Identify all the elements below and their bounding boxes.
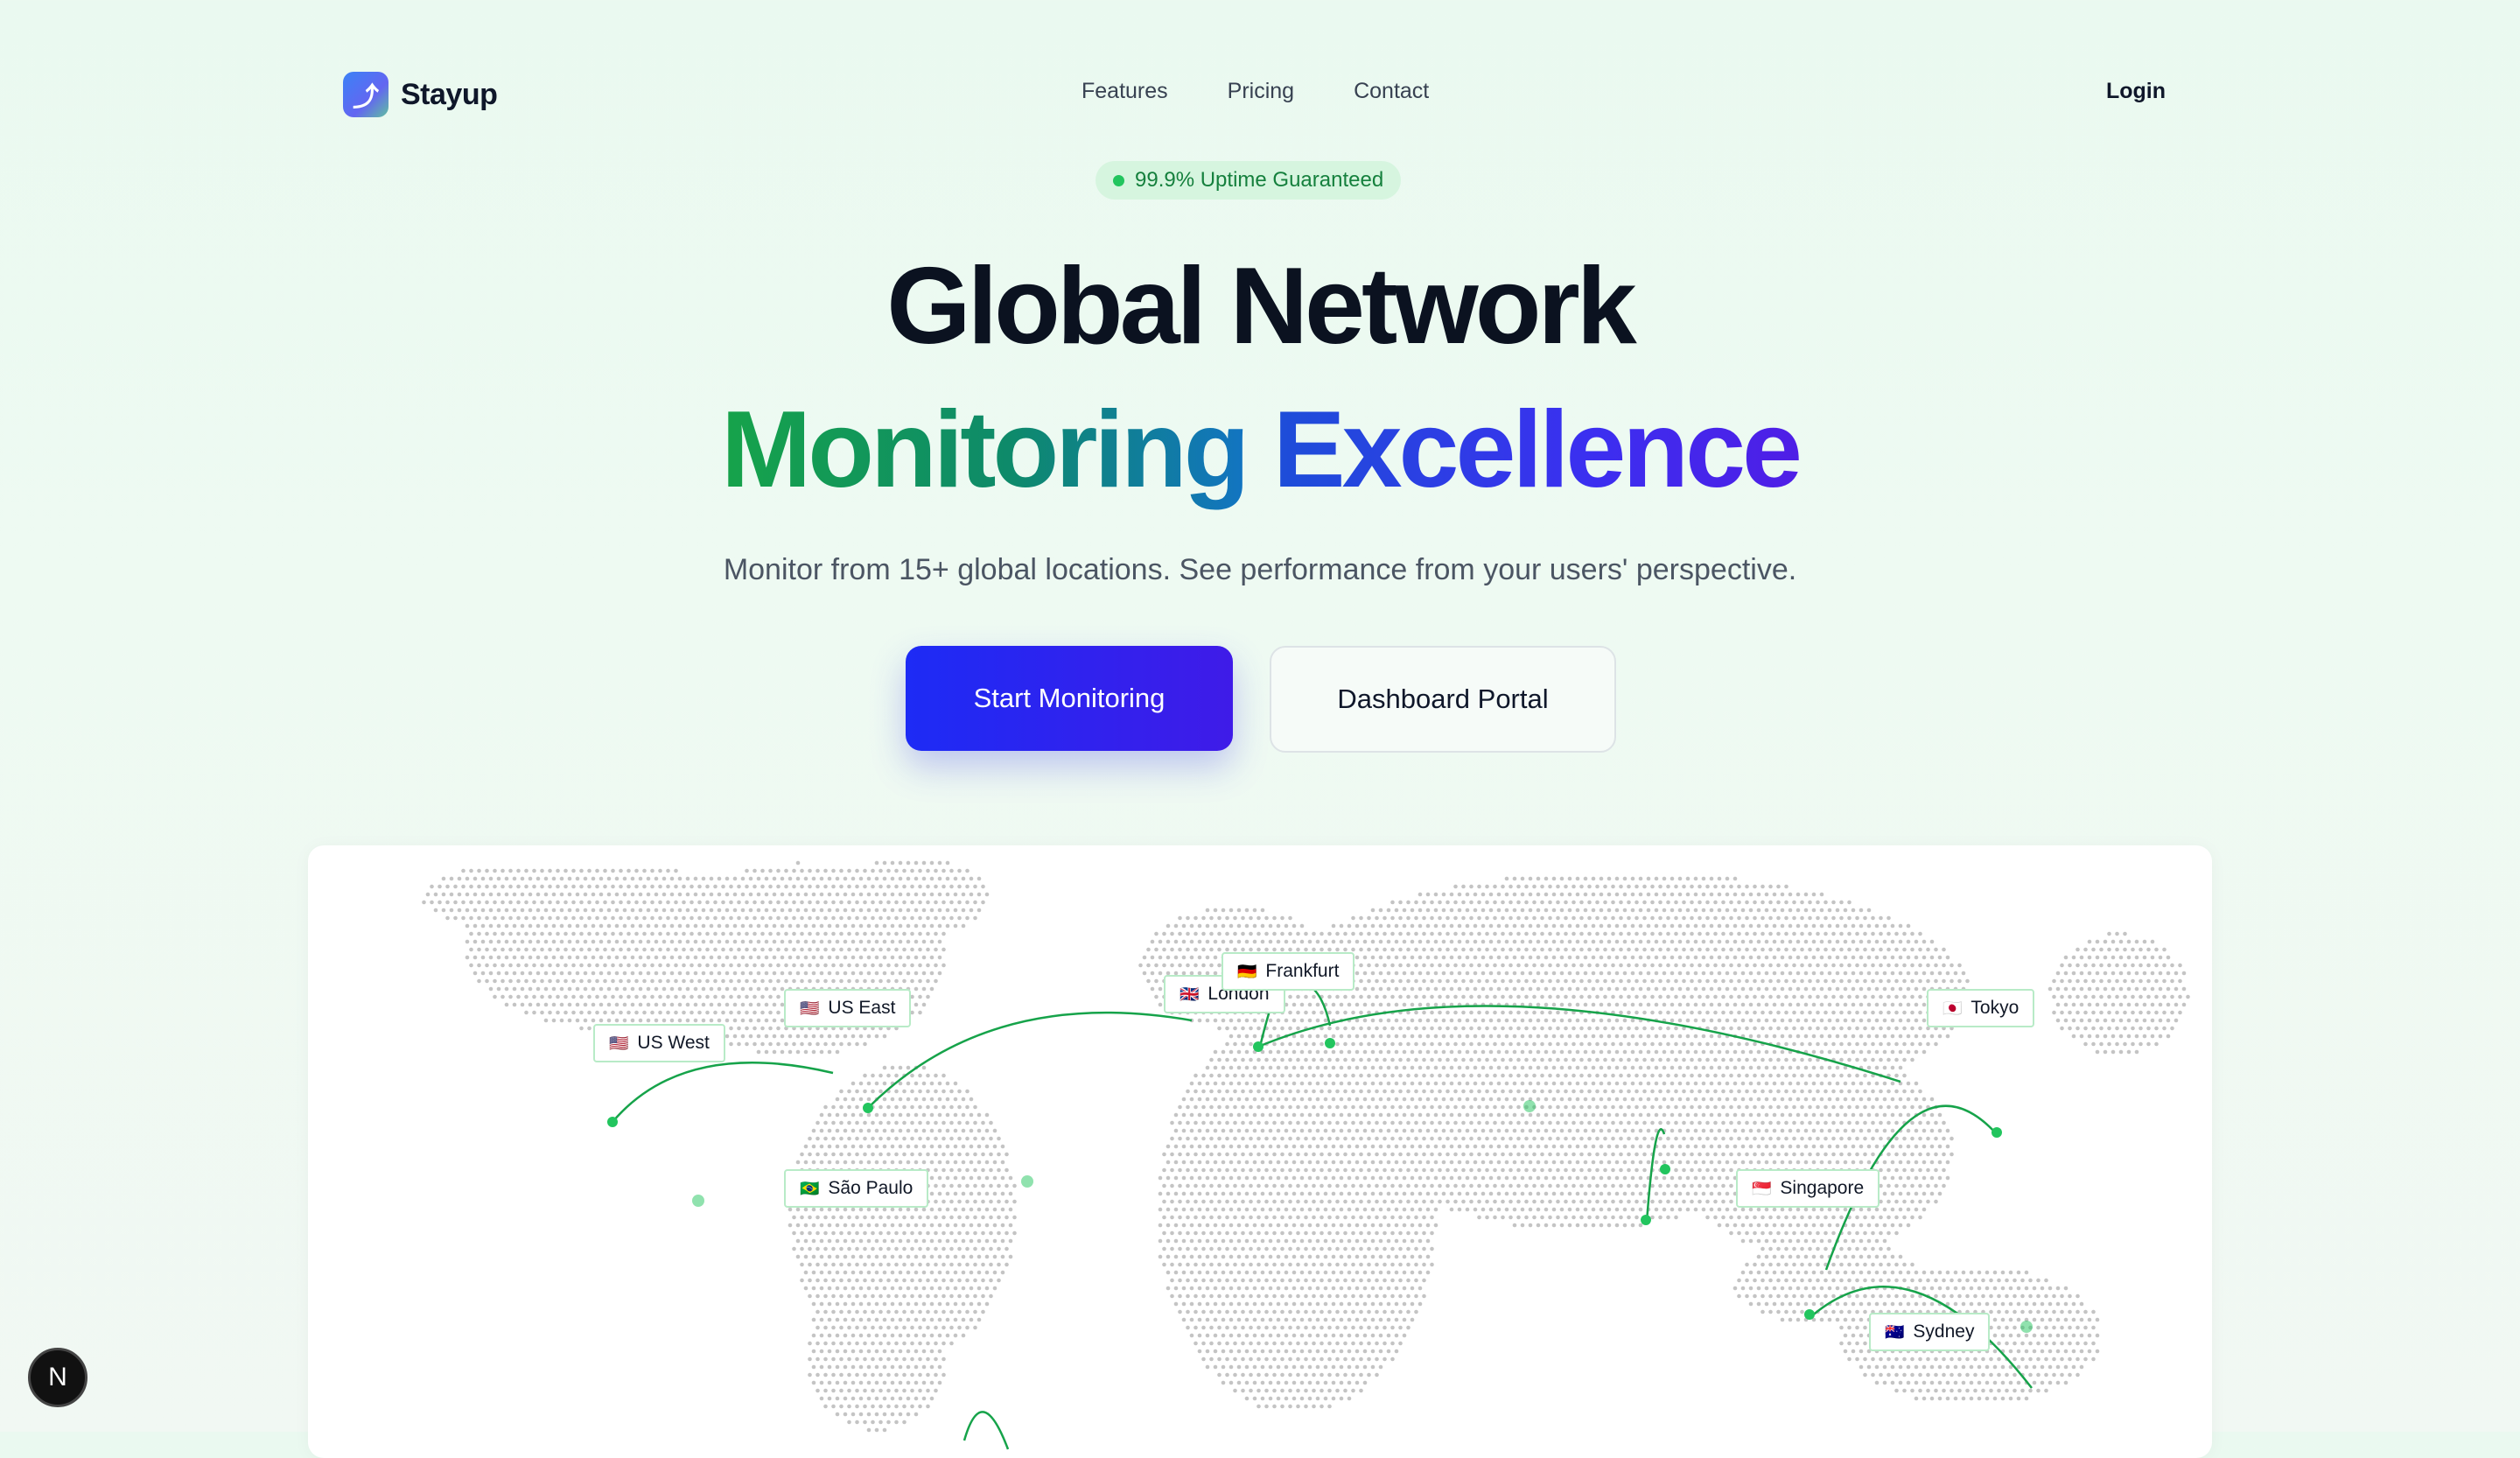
nav-link-pricing[interactable]: Pricing [1228,79,1294,104]
location-label-us-east: 🇺🇸 US East [784,989,912,1027]
location-label-sao-paulo: 🇧🇷 São Paulo [784,1169,929,1208]
location-name: Tokyo [1970,998,2020,1018]
login-link[interactable]: Login [2106,79,2166,104]
brand-logo[interactable]: ⤴ Stayup [343,72,498,117]
uk-flag-icon: 🇬🇧 [1180,985,1200,1003]
nav-links: Features Pricing Contact [1082,79,1429,104]
location-name: US East [828,998,896,1018]
world-map-dots [422,860,2190,1450]
location-label-sydney: 🇦🇺 Sydney [1869,1313,1991,1351]
location-name: Singapore [1780,1178,1865,1198]
nav-link-contact[interactable]: Contact [1354,79,1429,104]
hero-title-monitoring: Monitoring [720,389,1250,510]
brazil-flag-icon: 🇧🇷 [800,1179,820,1197]
status-dot-icon [1113,174,1124,186]
australia-flag-icon: 🇦🇺 [1885,1322,1905,1341]
location-name: Sydney [1913,1321,1975,1342]
uptime-badge: 99.9% Uptime Guaranteed [1096,161,1402,200]
dashboard-portal-button[interactable]: Dashboard Portal [1270,646,1616,753]
location-label-tokyo: 🇯🇵 Tokyo [1927,989,2035,1027]
location-label-us-west: 🇺🇸 US West [593,1024,725,1062]
location-label-singapore: 🇸🇬 Singapore [1736,1169,1880,1208]
japan-flag-icon: 🇯🇵 [1942,999,1963,1017]
us-flag-icon: 🇺🇸 [609,1034,629,1052]
hero-title-line1: Global Network [886,246,1636,367]
germany-flag-icon: 🇩🇪 [1237,962,1257,980]
world-map: 🇺🇸 US West 🇺🇸 US East 🇧🇷 São Paulo 🇬🇧 Lo… [308,845,2212,1458]
hero-title-line2: Monitoring Excellence [0,389,2520,511]
location-name: US West [637,1033,710,1053]
singapore-flag-icon: 🇸🇬 [1752,1179,1772,1197]
location-label-frankfurt: 🇩🇪 Frankfurt [1222,952,1355,991]
us-flag-icon: 🇺🇸 [800,999,820,1017]
start-monitoring-button[interactable]: Start Monitoring [906,646,1233,751]
upload-arrow-icon: ⤴ [343,72,388,117]
location-name: São Paulo [828,1178,914,1198]
hero-subtitle: Monitor from 15+ global locations. See p… [723,553,1797,586]
dev-tools-badge[interactable]: N [28,1348,88,1407]
brand-name: Stayup [401,77,498,111]
nav-link-features[interactable]: Features [1082,79,1168,104]
location-name: Frankfurt [1265,961,1340,981]
hero-title-excellence: Excellence [1272,389,1802,510]
uptime-badge-text: 99.9% Uptime Guaranteed [1135,168,1384,192]
